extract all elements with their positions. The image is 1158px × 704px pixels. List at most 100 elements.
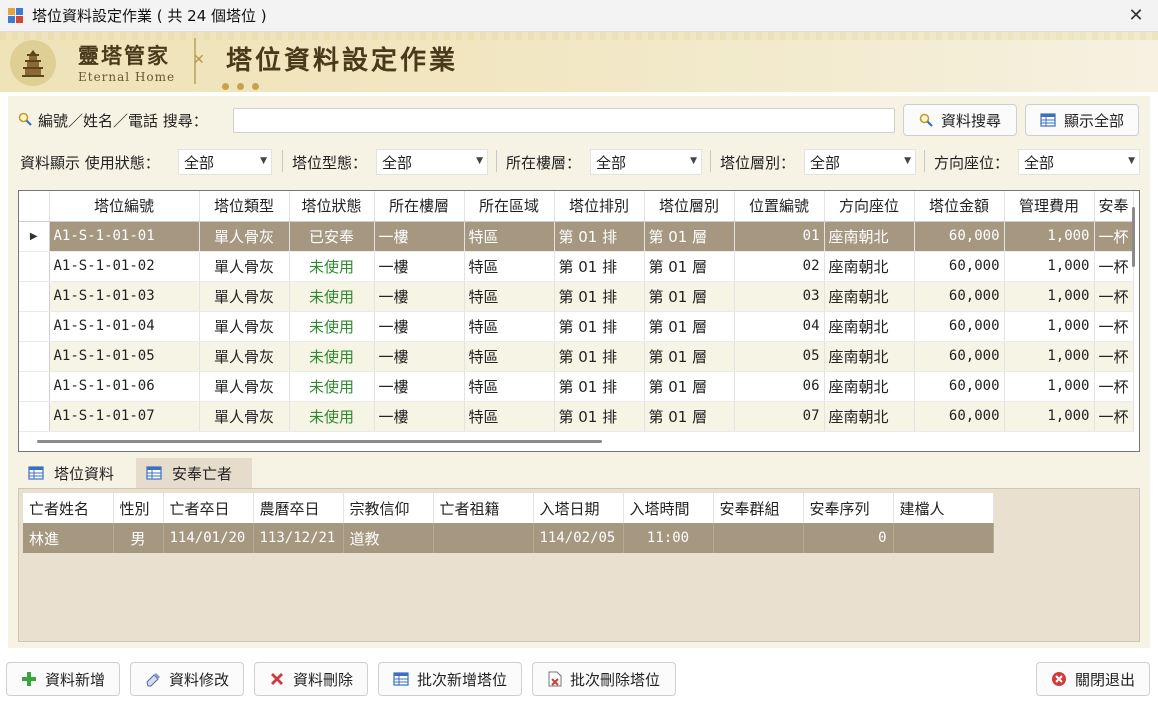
cell-niche-type[interactable]: 單人骨灰 bbox=[199, 221, 290, 252]
table-row[interactable]: A1-S-1-01-06 單人骨灰 未使用 一樓 特區第 01 排第 01 層 06 座南朝… bbox=[19, 371, 1134, 402]
cell-death-date[interactable]: 114/01/20 bbox=[163, 523, 254, 553]
exit-button[interactable]: 關閉退出 bbox=[1036, 662, 1150, 696]
cell-floor[interactable]: 一樓 bbox=[374, 221, 465, 252]
cell-origin[interactable] bbox=[433, 523, 534, 553]
cell-name[interactable]: 林進 bbox=[23, 523, 114, 553]
cell-position[interactable]: 05 bbox=[734, 341, 825, 372]
cell-price[interactable]: 60,000 bbox=[914, 281, 1005, 312]
cell-status[interactable]: 未使用 bbox=[289, 281, 375, 312]
cell-direction[interactable]: 座南朝北 bbox=[824, 311, 915, 342]
cell-level[interactable]: 第 01 層 bbox=[644, 221, 735, 252]
cell-level[interactable]: 第 01 層 bbox=[644, 341, 735, 372]
type-select[interactable]: 全部 ▼ bbox=[376, 149, 488, 175]
cell-niche-id[interactable]: A1-S-1-01-05 bbox=[49, 341, 200, 372]
floor-select[interactable]: 全部 ▼ bbox=[590, 149, 702, 175]
cell-floor[interactable]: 一樓 bbox=[374, 341, 465, 372]
cell-area[interactable]: 特區 bbox=[464, 401, 555, 432]
cell-direction[interactable]: 座南朝北 bbox=[824, 251, 915, 282]
cell-fee[interactable]: 1,000 bbox=[1004, 281, 1095, 312]
cell-direction[interactable]: 座南朝北 bbox=[824, 341, 915, 372]
cell-floor[interactable]: 一樓 bbox=[374, 371, 465, 402]
edit-button[interactable]: 資料修改 bbox=[130, 662, 244, 696]
cell-position[interactable]: 02 bbox=[734, 251, 825, 282]
cell-row[interactable]: 第 01 排 bbox=[554, 311, 645, 342]
cell-position[interactable]: 01 bbox=[734, 221, 825, 252]
column-header[interactable]: 塔位編號 bbox=[49, 191, 200, 222]
cell-niche-id[interactable]: A1-S-1-01-07 bbox=[49, 401, 200, 432]
cell-area[interactable]: 特區 bbox=[464, 251, 555, 282]
cell-fee[interactable]: 1,000 bbox=[1004, 221, 1095, 252]
delete-button[interactable]: 資料刪除 bbox=[254, 662, 368, 696]
cell-level[interactable]: 第 01 層 bbox=[644, 371, 735, 402]
column-header[interactable]: 亡者祖籍 bbox=[433, 493, 534, 523]
column-header[interactable]: 塔位狀態 bbox=[289, 191, 375, 222]
add-button[interactable]: 資料新增 bbox=[6, 662, 120, 696]
cell-niche-type[interactable]: 單人骨灰 bbox=[199, 311, 290, 342]
status-select[interactable]: 全部 ▼ bbox=[178, 149, 272, 175]
close-window-button[interactable]: ✕ bbox=[1124, 4, 1148, 28]
horizontal-scrollbar[interactable] bbox=[37, 440, 602, 443]
column-header[interactable]: 塔位層別 bbox=[644, 191, 735, 222]
cell-area[interactable]: 特區 bbox=[464, 221, 555, 252]
cell-fee[interactable]: 1,000 bbox=[1004, 371, 1095, 402]
cell-niche-type[interactable]: 單人骨灰 bbox=[199, 401, 290, 432]
batch-delete-button[interactable]: 批次刪除塔位 bbox=[532, 662, 676, 696]
column-header[interactable]: 方向座位 bbox=[824, 191, 915, 222]
cell-niche-type[interactable]: 單人骨灰 bbox=[199, 341, 290, 372]
cell-fee[interactable]: 1,000 bbox=[1004, 341, 1095, 372]
cell-price[interactable]: 60,000 bbox=[914, 371, 1005, 402]
cell-direction[interactable]: 座南朝北 bbox=[824, 401, 915, 432]
cell-enshrined[interactable]: 一杯 bbox=[1094, 401, 1134, 432]
column-header[interactable]: 塔位金額 bbox=[914, 191, 1005, 222]
column-header[interactable]: 入塔時間 bbox=[623, 493, 714, 523]
direction-select[interactable]: 全部 ▼ bbox=[1018, 149, 1140, 175]
cell-enshrined[interactable]: 一杯 bbox=[1094, 251, 1134, 282]
cell-row[interactable]: 第 01 排 bbox=[554, 371, 645, 402]
vertical-scrollbar[interactable] bbox=[1132, 207, 1135, 267]
cell-religion[interactable]: 道教 bbox=[343, 523, 434, 553]
cell-floor[interactable]: 一樓 bbox=[374, 251, 465, 282]
table-row[interactable]: A1-S-1-01-04 單人骨灰 未使用 一樓 特區第 01 排第 01 層 04 座南朝… bbox=[19, 311, 1134, 342]
cell-direction[interactable]: 座南朝北 bbox=[824, 371, 915, 402]
cell-price[interactable]: 60,000 bbox=[914, 341, 1005, 372]
row-header-cell[interactable]: ▶ bbox=[19, 221, 50, 252]
cell-status[interactable]: 未使用 bbox=[289, 371, 375, 402]
cell-enshrined[interactable]: 一杯 bbox=[1094, 341, 1134, 372]
cell-row[interactable]: 第 01 排 bbox=[554, 251, 645, 282]
cell-floor[interactable]: 一樓 bbox=[374, 401, 465, 432]
cell-price[interactable]: 60,000 bbox=[914, 221, 1005, 252]
cell-lunar-date[interactable]: 113/12/21 bbox=[253, 523, 344, 553]
cell-entry-date[interactable]: 114/02/05 bbox=[533, 523, 624, 553]
column-header[interactable]: 塔位類型 bbox=[199, 191, 290, 222]
cell-area[interactable]: 特區 bbox=[464, 371, 555, 402]
cell-status[interactable]: 未使用 bbox=[289, 251, 375, 282]
cell-gender[interactable]: 男 bbox=[113, 523, 164, 553]
column-header[interactable]: 性別 bbox=[113, 493, 164, 523]
cell-position[interactable]: 07 bbox=[734, 401, 825, 432]
cell-entry-time[interactable]: 11:00 bbox=[623, 523, 714, 553]
column-header[interactable]: 安奉序列 bbox=[803, 493, 894, 523]
cell-niche-id[interactable]: A1-S-1-01-06 bbox=[49, 371, 200, 402]
row-header-cell[interactable] bbox=[19, 371, 50, 402]
cell-fee[interactable]: 1,000 bbox=[1004, 401, 1095, 432]
table-row[interactable]: A1-S-1-01-02 單人骨灰 未使用 一樓 特區第 01 排第 01 層 02 座南朝… bbox=[19, 251, 1134, 282]
cell-row[interactable]: 第 01 排 bbox=[554, 401, 645, 432]
cell-status[interactable]: 未使用 bbox=[289, 401, 375, 432]
cell-niche-id[interactable]: A1-S-1-01-04 bbox=[49, 311, 200, 342]
row-header-cell[interactable] bbox=[19, 251, 50, 282]
level-select[interactable]: 全部 ▼ bbox=[804, 149, 916, 175]
column-header[interactable]: 所在樓層 bbox=[374, 191, 465, 222]
cell-row[interactable]: 第 01 排 bbox=[554, 281, 645, 312]
cell-price[interactable]: 60,000 bbox=[914, 251, 1005, 282]
table-row[interactable]: A1-S-1-01-03 單人骨灰 未使用 一樓 特區第 01 排第 01 層 03 座南朝… bbox=[19, 281, 1134, 312]
column-header[interactable]: 亡者卒日 bbox=[163, 493, 254, 523]
row-header-cell[interactable] bbox=[19, 281, 50, 312]
column-header[interactable]: 塔位排別 bbox=[554, 191, 645, 222]
cell-enshrined[interactable]: 一杯 bbox=[1094, 311, 1134, 342]
cell-direction[interactable]: 座南朝北 bbox=[824, 221, 915, 252]
cell-row[interactable]: 第 01 排 bbox=[554, 221, 645, 252]
column-header[interactable]: 建檔人 bbox=[893, 493, 994, 523]
cell-niche-type[interactable]: 單人骨灰 bbox=[199, 251, 290, 282]
cell-niche-id[interactable]: A1-S-1-01-03 bbox=[49, 281, 200, 312]
cell-level[interactable]: 第 01 層 bbox=[644, 251, 735, 282]
